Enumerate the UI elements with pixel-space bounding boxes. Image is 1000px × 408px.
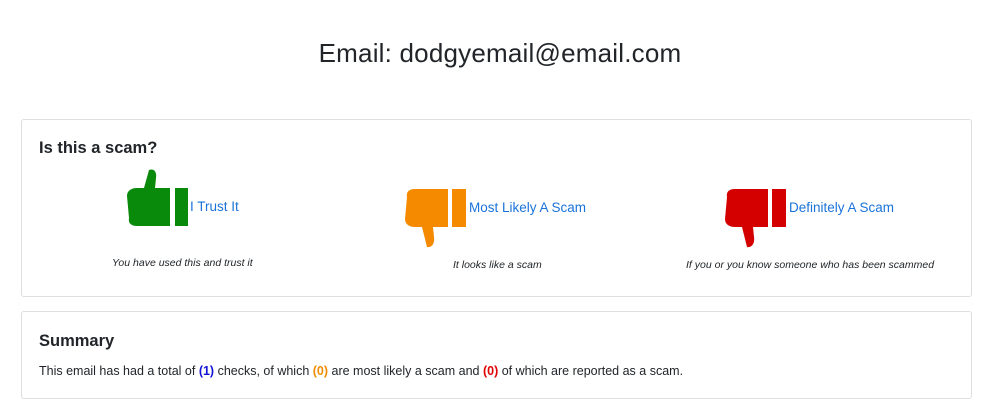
thumbs-up-icon[interactable] [125, 168, 189, 228]
likely-scam-link[interactable]: Most Likely A Scam [469, 200, 586, 215]
likely-scam-description: It looks like a scam [453, 259, 542, 271]
definite-scam-description: If you or you know someone who has been … [686, 259, 935, 271]
trust-link[interactable]: I Trust It [190, 199, 239, 214]
summary-suffix: of which are reported as a scam. [498, 364, 684, 378]
summary-card: Summary This email has had a total of (1… [21, 311, 972, 399]
vote-heading: Is this a scam? [39, 139, 158, 157]
summary-mid1: checks, of which [214, 364, 313, 378]
likely-scam-count: (0) [312, 364, 329, 378]
trust-description: You have used this and trust it [112, 257, 253, 269]
vote-card: Is this a scam? I Trust It You have used… [21, 119, 972, 297]
summary-mid2: are most likely a scam and [328, 364, 483, 378]
thumbs-down-icon[interactable] [403, 189, 467, 249]
total-checks-count: (1) [198, 364, 215, 378]
definite-scam-link[interactable]: Definitely A Scam [789, 200, 894, 215]
page-title: Email: dodgyemail@email.com [318, 38, 682, 68]
summary-text: This email has had a total of (1) checks… [39, 364, 683, 378]
summary-heading: Summary [39, 332, 115, 350]
summary-prefix: This email has had a total of [39, 364, 199, 378]
definite-scam-count: (0) [482, 364, 499, 378]
thumbs-down-icon[interactable] [723, 189, 787, 249]
